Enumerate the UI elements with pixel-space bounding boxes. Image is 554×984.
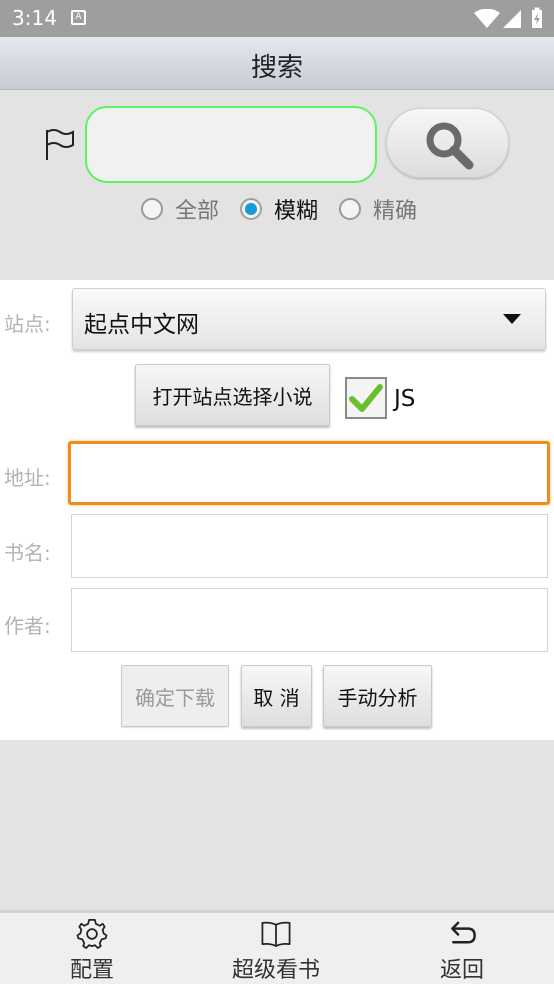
dropdown-arrow-icon	[503, 314, 521, 324]
book-title-input[interactable]	[71, 514, 548, 578]
cancel-button[interactable]: 取 消	[241, 665, 312, 727]
js-label: JS	[394, 386, 416, 412]
battery-icon	[532, 7, 542, 28]
radio-fuzzy[interactable]: 模糊	[240, 195, 319, 224]
radio-exact-circle[interactable]	[339, 198, 361, 220]
radio-exact[interactable]: 精确	[339, 195, 418, 224]
flag-icon[interactable]	[44, 128, 76, 162]
gear-icon	[76, 919, 108, 949]
nav-back[interactable]: 返回	[422, 910, 502, 984]
book-icon	[261, 921, 291, 947]
radio-all-label: 全部	[175, 199, 220, 224]
wifi-icon	[474, 9, 500, 28]
nav-config-label: 配置	[69, 958, 114, 983]
address-label: 地址:	[4, 466, 51, 490]
title-bar: 搜索	[0, 37, 554, 90]
signal-icon	[503, 10, 521, 28]
js-checkbox[interactable]	[345, 377, 387, 419]
nav-super-reading-label: 超级看书	[231, 958, 320, 983]
nav-config[interactable]: 配置	[52, 910, 132, 984]
confirm-download-button[interactable]: 确定下载	[121, 665, 229, 727]
radio-exact-label: 精确	[373, 199, 418, 224]
back-icon	[451, 921, 476, 944]
site-spinner-value: 起点中文网	[84, 312, 199, 338]
open-site-button[interactable]: 打开站点选择小说	[135, 364, 330, 426]
checkmark-icon	[349, 384, 383, 412]
page-title: 搜索	[250, 53, 303, 83]
radio-all[interactable]: 全部	[141, 195, 220, 224]
nav-super-reading[interactable]: 超级看书	[226, 910, 326, 984]
status-time: 3:14	[12, 6, 57, 30]
radio-fuzzy-label: 模糊	[274, 199, 319, 224]
search-button[interactable]	[386, 108, 509, 178]
nav-back-label: 返回	[439, 958, 484, 983]
radio-fuzzy-circle[interactable]	[240, 198, 262, 220]
book-title-label: 书名:	[4, 541, 51, 565]
author-label: 作者:	[4, 614, 51, 638]
radio-all-circle[interactable]	[141, 198, 163, 220]
search-input[interactable]	[85, 106, 377, 183]
site-label: 站点:	[4, 312, 51, 336]
search-icon	[426, 122, 474, 170]
address-input[interactable]	[68, 441, 550, 505]
notification-a-icon: A	[71, 10, 86, 25]
manual-analysis-button[interactable]: 手动分析	[323, 665, 432, 727]
author-input[interactable]	[71, 588, 548, 652]
